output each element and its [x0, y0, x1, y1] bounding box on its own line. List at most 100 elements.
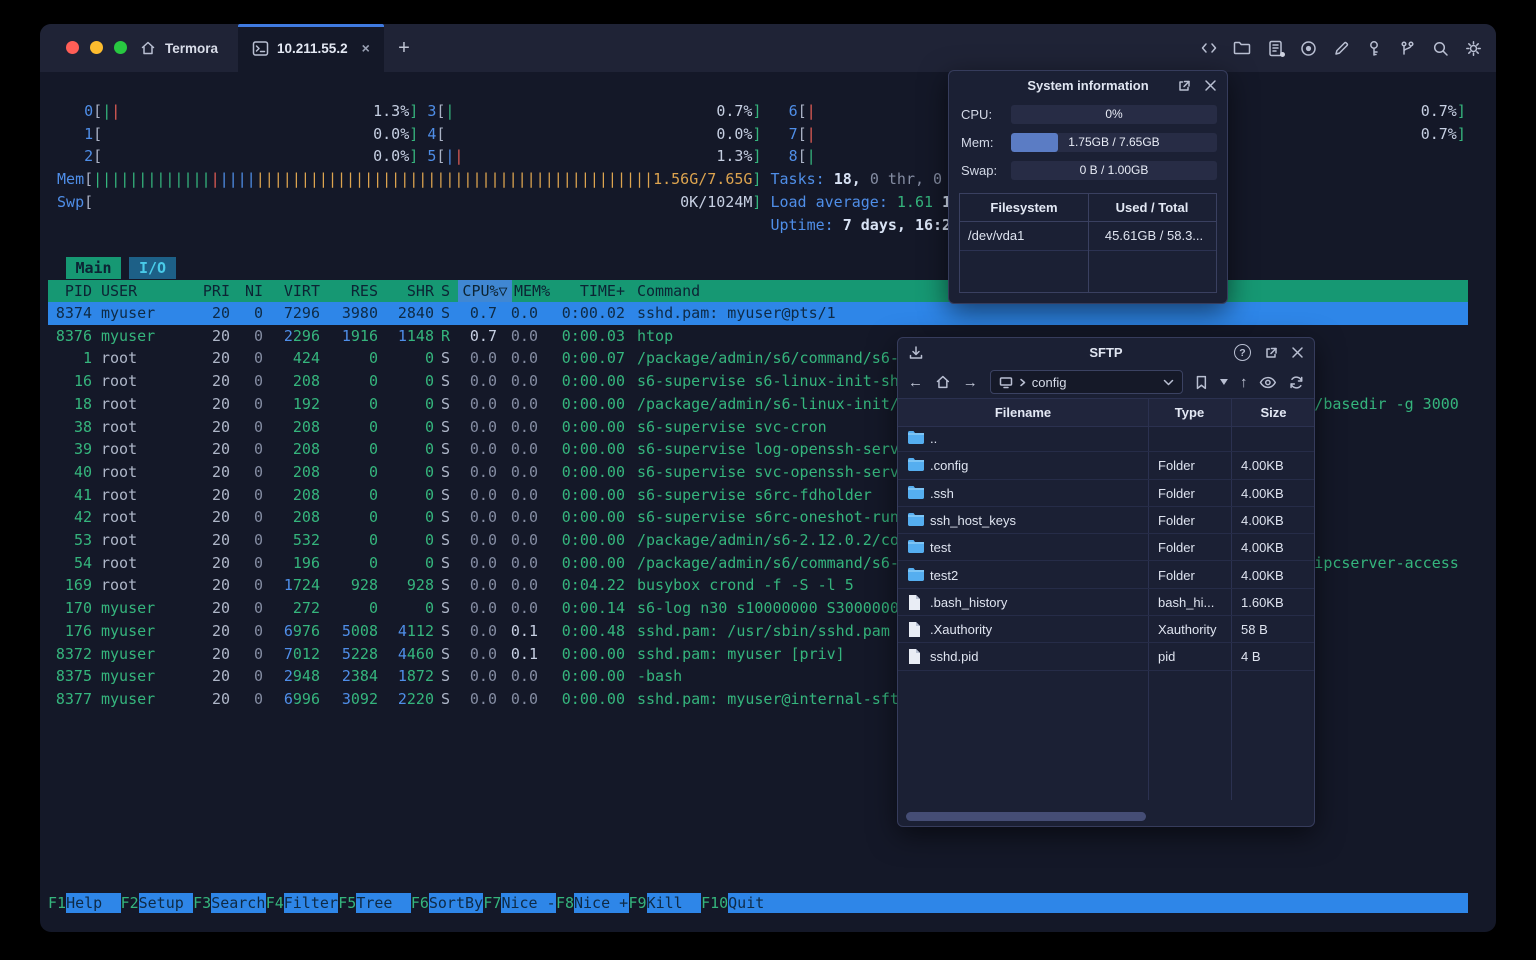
mem-pct: 0.0: [510, 599, 538, 618]
column-header-user[interactable]: USER: [101, 280, 201, 302]
state: S: [441, 553, 451, 572]
state: S: [441, 440, 451, 459]
code-icon[interactable]: [1200, 39, 1218, 57]
file-row[interactable]: .Xauthority Xauthority 58 B: [898, 616, 1314, 644]
pid: 1: [82, 349, 92, 368]
pri: 20: [211, 553, 230, 572]
user: myuser: [101, 599, 156, 618]
column-header-virt[interactable]: VIRT: [266, 280, 320, 302]
htop-tab-main[interactable]: Main: [66, 257, 121, 279]
settings-gear-icon[interactable]: [1464, 39, 1482, 57]
fkey-action-search[interactable]: Search: [211, 893, 266, 913]
scrollbar-thumb[interactable]: [906, 812, 1146, 821]
ni: 0: [253, 394, 263, 413]
open-in-window-icon[interactable]: [1177, 79, 1191, 93]
ni: 0: [253, 417, 263, 436]
column-header-mem%[interactable]: MEM%: [514, 280, 550, 302]
file-icon: [908, 649, 921, 669]
column-header-res[interactable]: RES: [324, 280, 378, 302]
used-total-column-header[interactable]: Used / Total: [1088, 194, 1216, 221]
close-window-button[interactable]: [66, 41, 79, 54]
sftp-column-headers: Filename Type Size: [898, 398, 1314, 427]
fkey-action-setup[interactable]: Setup: [138, 893, 194, 913]
file-row[interactable]: test Folder 4.00KB: [898, 534, 1314, 562]
chevron-down-icon[interactable]: [1163, 379, 1174, 386]
fkey-action-nice[interactable]: Nice -: [501, 893, 556, 913]
pri: 20: [211, 531, 230, 549]
column-header-ni[interactable]: NI: [239, 280, 263, 302]
minimize-window-button[interactable]: [90, 41, 103, 54]
state: S: [441, 644, 451, 663]
filename-column-header[interactable]: Filename: [898, 399, 1148, 426]
pid: 170: [64, 599, 92, 618]
size-column-header[interactable]: Size: [1231, 399, 1316, 426]
close-panel-icon[interactable]: [1291, 346, 1304, 359]
fkey-action-help[interactable]: Help: [66, 893, 121, 913]
ni: 0: [253, 531, 263, 549]
time: 0:00.00: [561, 553, 625, 572]
show-hidden-eye-icon[interactable]: [1259, 376, 1277, 389]
pid: 16: [73, 372, 92, 391]
res: 1916: [341, 326, 378, 345]
process-table-header[interactable]: PID USER PRI NI VIRT RES SHR S CPU%▽ MEM% TIME+ Com…: [48, 280, 1468, 302]
user: root: [101, 576, 138, 595]
column-header-shr[interactable]: SHR: [380, 280, 434, 302]
file-type: Xauthority: [1158, 622, 1217, 638]
maximize-window-button[interactable]: [114, 41, 127, 54]
key-icon[interactable]: [1365, 39, 1383, 57]
mem-pct: 0.0: [510, 349, 538, 368]
file-row[interactable]: ..: [898, 425, 1314, 453]
open-in-window-icon[interactable]: [1264, 346, 1278, 360]
file-row[interactable]: sshd.pid pid 4 B: [898, 643, 1314, 671]
file-row[interactable]: ssh_host_keys Folder 4.00KB: [898, 507, 1314, 535]
column-header-pri[interactable]: PRI: [198, 280, 230, 302]
mem-pct: 0.0: [510, 462, 538, 481]
fkey-action-tree[interactable]: Tree: [356, 893, 411, 913]
column-header-s[interactable]: S: [441, 280, 459, 302]
home-icon[interactable]: [935, 374, 951, 390]
up-directory-icon[interactable]: ↑: [1240, 375, 1248, 390]
file-row[interactable]: .config Folder 4.00KB: [898, 452, 1314, 480]
edit-icon[interactable]: [1332, 39, 1350, 57]
type-column-header[interactable]: Type: [1148, 399, 1231, 426]
process-row[interactable]: 8374 myuser 20 0 7296 3980 2840 S 0.7 0.0 0:00.02 s…: [48, 302, 1468, 325]
htop-tab-io[interactable]: I/O: [129, 257, 176, 279]
cpu-pct: 0.0: [469, 576, 497, 595]
fkey-action-quit[interactable]: Quit: [728, 893, 1468, 913]
state: S: [441, 667, 451, 686]
fkey-action-sortby[interactable]: SortBy: [428, 893, 484, 913]
fkey-action-filter[interactable]: Filter: [283, 893, 339, 913]
fkey-action-nice[interactable]: Nice +: [574, 893, 629, 913]
time: 0:00.00: [561, 394, 625, 413]
horizontal-scrollbar[interactable]: [898, 812, 1314, 821]
file-row[interactable]: .bash_history bash_hi... 1.60KB: [898, 589, 1314, 617]
search-icon[interactable]: [1431, 39, 1449, 57]
virt: 272: [292, 599, 320, 618]
tab-termora[interactable]: Termora: [140, 24, 218, 72]
bookmark-dropdown-icon[interactable]: [1220, 379, 1228, 385]
refresh-icon[interactable]: [1289, 375, 1304, 390]
record-icon[interactable]: [1299, 39, 1317, 57]
close-panel-icon[interactable]: [1204, 79, 1217, 92]
column-header-pid[interactable]: PID: [48, 280, 92, 302]
pid: 18: [73, 394, 92, 413]
help-icon[interactable]: ?: [1234, 344, 1251, 361]
filesystem-column-header[interactable]: Filesystem: [960, 194, 1088, 221]
log-icon[interactable]: [1266, 39, 1285, 57]
res: 0: [368, 485, 378, 504]
pri: 20: [211, 599, 230, 618]
close-tab-icon[interactable]: ×: [362, 40, 370, 56]
tab-session[interactable]: 10.211.55.2 ×: [238, 24, 384, 72]
file-row[interactable]: test2 Folder 4.00KB: [898, 562, 1314, 589]
file-row[interactable]: .ssh Folder 4.00KB: [898, 480, 1314, 507]
new-tab-button[interactable]: +: [392, 36, 416, 60]
column-header-cpu%[interactable]: CPU%▽: [458, 280, 512, 302]
forward-icon[interactable]: →: [963, 375, 978, 390]
fkey-action-kill[interactable]: Kill: [646, 893, 702, 913]
column-header-time+[interactable]: TIME+: [553, 280, 625, 302]
branch-icon[interactable]: [1398, 39, 1416, 57]
back-icon[interactable]: ←: [908, 375, 923, 390]
bookmark-icon[interactable]: [1195, 375, 1208, 390]
path-breadcrumb[interactable]: config: [989, 370, 1184, 394]
folder-icon[interactable]: [1233, 39, 1251, 57]
